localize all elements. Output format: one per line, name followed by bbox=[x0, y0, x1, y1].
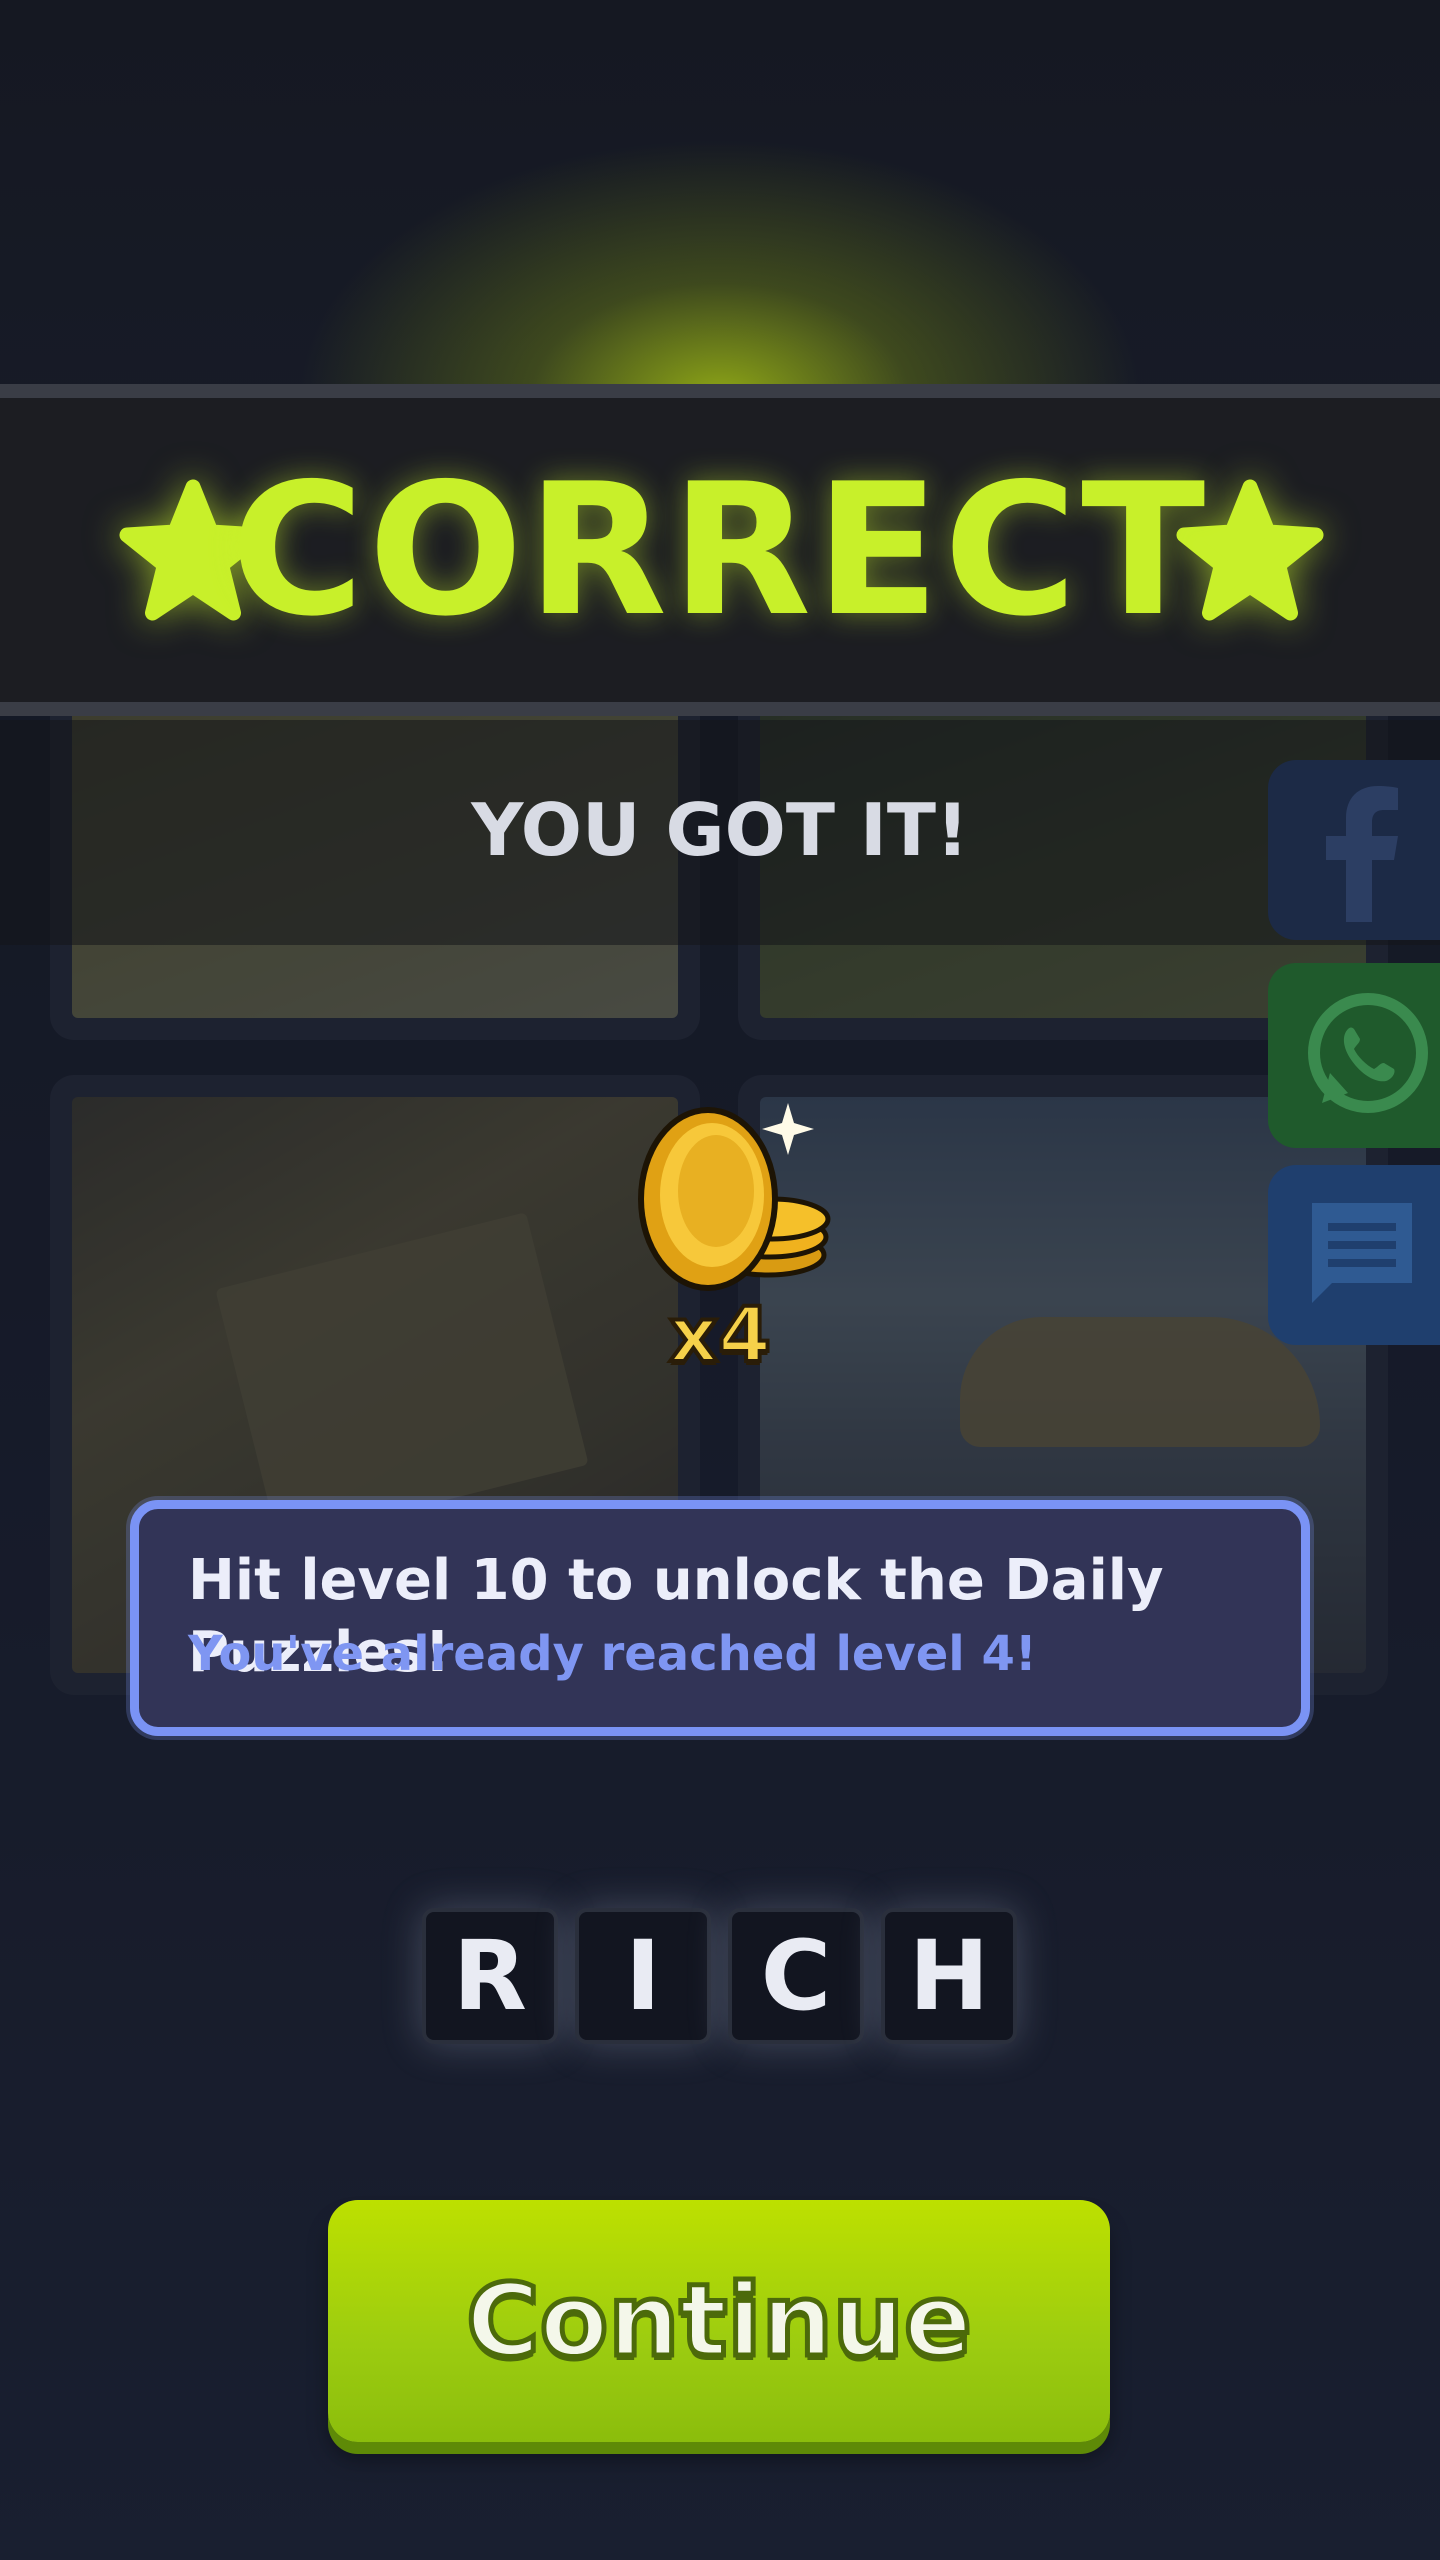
facebook-share-button[interactable] bbox=[1268, 760, 1440, 940]
level-progress-message: You've already reached level 4! bbox=[188, 1626, 1037, 1682]
continue-button[interactable]: Continue bbox=[328, 2200, 1110, 2442]
message-share-button[interactable] bbox=[1268, 1165, 1440, 1345]
banner-top-edge bbox=[0, 384, 1440, 398]
whatsapp-share-button[interactable] bbox=[1268, 963, 1440, 1148]
whatsapp-icon bbox=[1308, 993, 1428, 1113]
answer-letter-tile: C bbox=[728, 1908, 864, 2044]
answer-letter-tile: I bbox=[575, 1908, 711, 2044]
you-got-it-text: YOU GOT IT! bbox=[471, 788, 969, 872]
answer-letter-tile: H bbox=[881, 1908, 1017, 2044]
facebook-icon bbox=[1326, 786, 1398, 922]
top-glow bbox=[0, 0, 1440, 420]
message-icon bbox=[1312, 1203, 1412, 1303]
continue-button-label: Continue bbox=[464, 2260, 975, 2382]
banner-bottom-edge bbox=[0, 702, 1440, 716]
correct-title: CORRECT bbox=[230, 444, 1210, 656]
answer-letter-tile: R bbox=[422, 1908, 558, 2044]
coin-multiplier: x4 bbox=[667, 1288, 773, 1381]
coin-stack-icon bbox=[600, 1095, 840, 1315]
